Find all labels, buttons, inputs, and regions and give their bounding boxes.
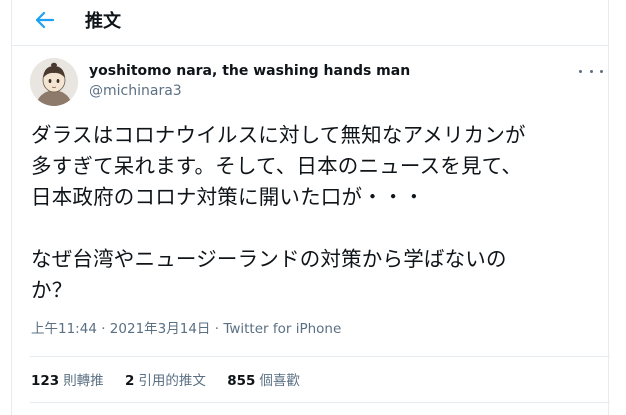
more-options-button[interactable] xyxy=(579,64,603,78)
tweet-meta: 上午11:44 · 2021年3月14日 · Twitter for iPhon… xyxy=(31,320,341,338)
meta-separator: · xyxy=(101,321,106,337)
retweets-label: 則轉推 xyxy=(63,373,104,389)
likes-count: 855 xyxy=(227,373,256,389)
divider xyxy=(30,402,610,403)
likes-label: 個喜歡 xyxy=(259,373,300,389)
tweet-stats: 123 則轉推 2 引用的推文 855 個喜歡 xyxy=(31,372,317,390)
avatar[interactable] xyxy=(30,58,78,106)
quote-tweets-stat[interactable]: 2 引用的推文 xyxy=(125,372,206,390)
page-title: 推文 xyxy=(85,11,121,32)
meta-separator: · xyxy=(214,321,220,337)
retweets-stat[interactable]: 123 則轉推 xyxy=(31,372,104,390)
tweet-text: ダラスはコロナウイルスに対して無知なアメリカンが 多すぎて呆れます。そして、日本… xyxy=(31,123,526,302)
arrow-left-icon xyxy=(35,11,55,33)
quote-tweets-label: 引用的推文 xyxy=(138,373,206,389)
quote-tweets-count: 2 xyxy=(124,373,135,389)
divider xyxy=(30,356,610,357)
tweet-date[interactable]: 2021年3月14日 xyxy=(110,321,211,337)
likes-stat[interactable]: 855 個喜歡 xyxy=(227,372,300,390)
tweet-source[interactable]: Twitter for iPhone xyxy=(223,321,341,337)
author-handle[interactable]: @michinara3 xyxy=(89,82,182,100)
back-button[interactable] xyxy=(32,9,58,35)
tweet-time[interactable]: 上午11:44 xyxy=(31,321,97,337)
tweet-page: 推文 yoshitomo nara, the washing hands man… xyxy=(11,0,610,415)
retweets-count: 123 xyxy=(31,373,60,389)
more-options-icon xyxy=(589,69,593,73)
top-bar: 推文 xyxy=(12,0,608,46)
more-options-icon xyxy=(579,69,582,73)
more-options-icon xyxy=(600,69,603,73)
author-name[interactable]: yoshitomo nara, the washing hands man xyxy=(89,62,410,80)
